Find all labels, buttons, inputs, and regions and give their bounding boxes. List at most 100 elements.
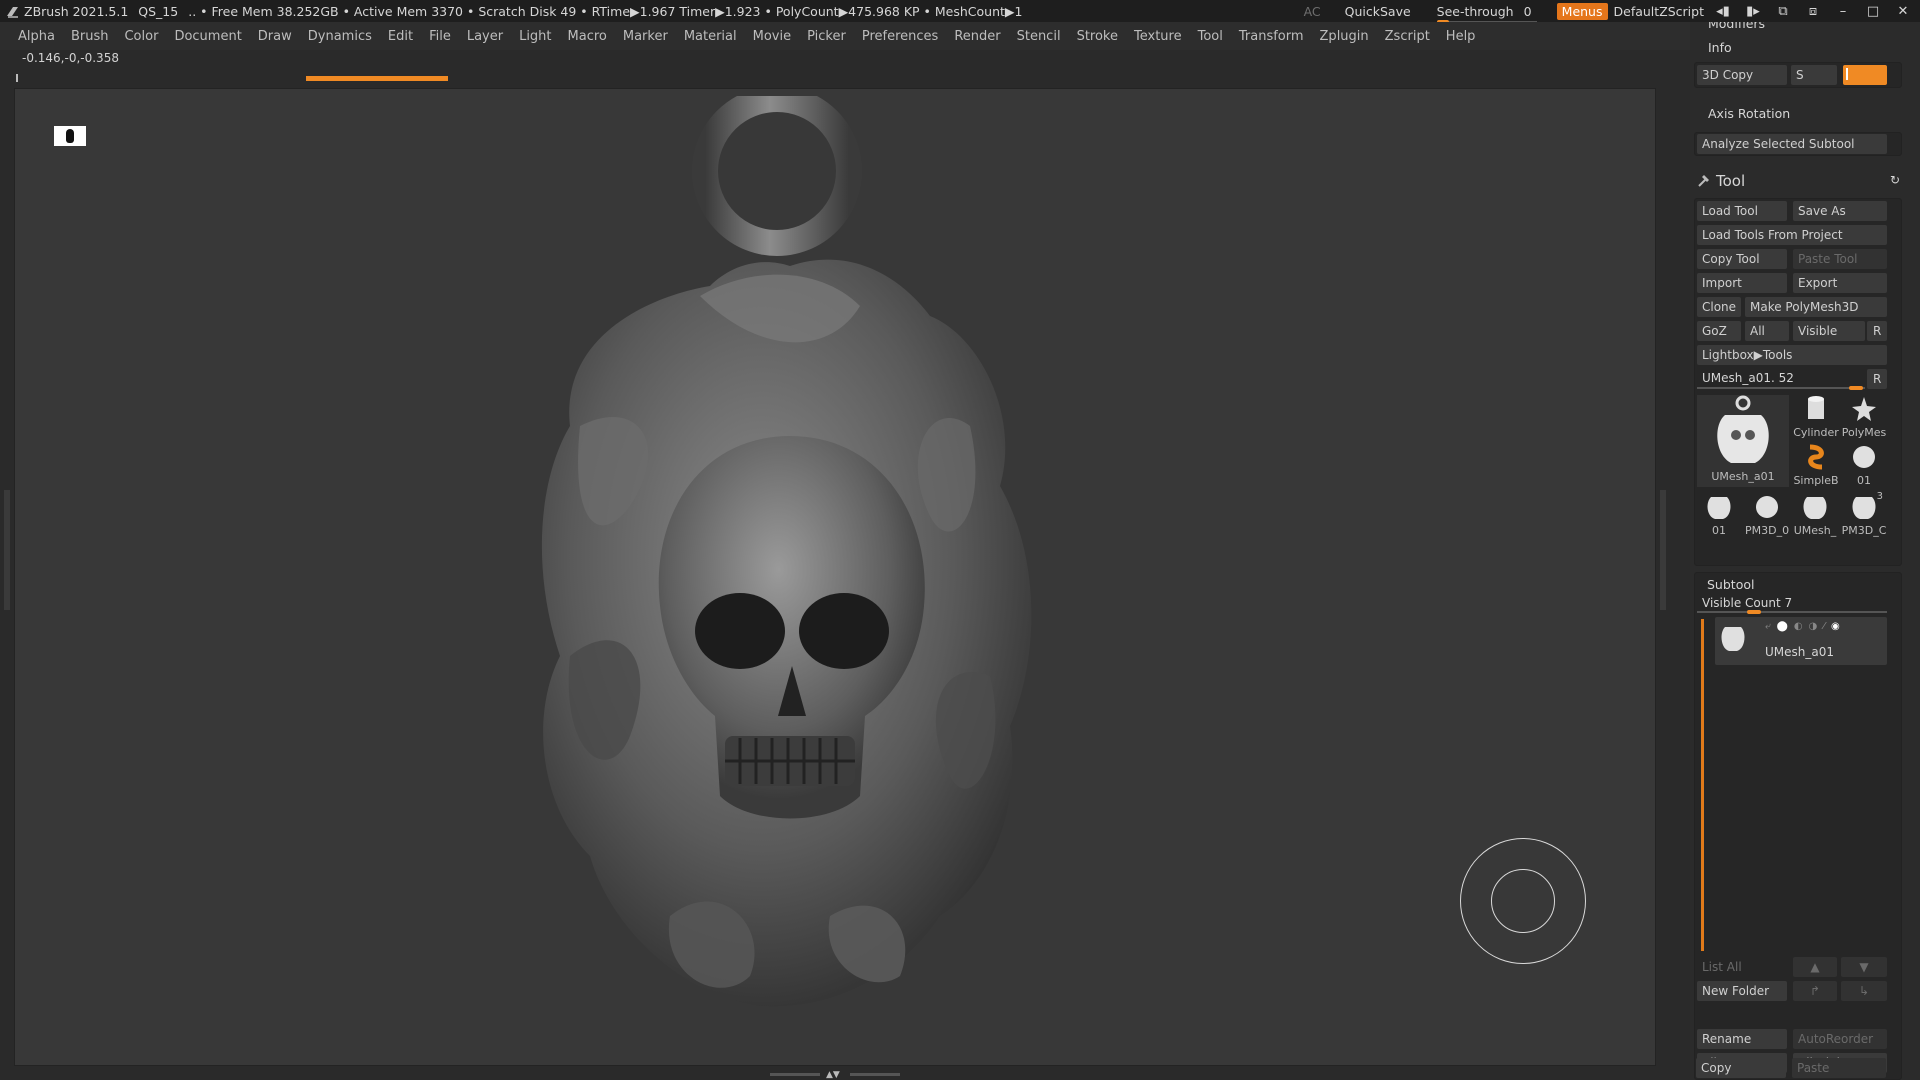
- info-label[interactable]: Info: [1708, 40, 1732, 55]
- make-polymesh3d-button[interactable]: Make PolyMesh3D: [1745, 297, 1887, 317]
- subtool-title[interactable]: Subtool: [1707, 577, 1754, 592]
- menu-edit[interactable]: Edit: [388, 29, 413, 44]
- load-tools-from-project-button[interactable]: Load Tools From Project: [1697, 225, 1887, 245]
- rotate-gizmo[interactable]: [1460, 838, 1586, 964]
- eye-visibility-icon[interactable]: ◉: [1831, 621, 1840, 632]
- menus-toggle-button[interactable]: Menus: [1556, 2, 1608, 20]
- tool-thumb-umesh-main[interactable]: UMesh_a01: [1697, 395, 1789, 487]
- brush-toggle-icon[interactable]: ⤶: [1765, 621, 1771, 632]
- copy3d-input[interactable]: [1843, 65, 1887, 85]
- visible-count-slider[interactable]: Visible Count 7: [1697, 595, 1887, 614]
- tool-r-button[interactable]: R: [1867, 369, 1887, 389]
- paste-tool-button[interactable]: Paste Tool: [1793, 249, 1887, 269]
- tool-thumb-simplebrush[interactable]: SimpleB: [1793, 443, 1839, 489]
- menu-file[interactable]: File: [429, 29, 451, 44]
- tool-palette-title[interactable]: Tool: [1716, 172, 1745, 190]
- subtool-item[interactable]: ⤶ ⬤ ◐ ◑ ⁄ ◉ UMesh_a01: [1715, 617, 1887, 665]
- left-tray-handle[interactable]: [4, 490, 10, 610]
- menu-help[interactable]: Help: [1446, 29, 1476, 44]
- right-tray-handle[interactable]: [1660, 490, 1666, 610]
- axis-rotation-label[interactable]: Axis Rotation: [1708, 106, 1790, 121]
- menu-marker[interactable]: Marker: [623, 29, 668, 44]
- reset-icon[interactable]: ↻: [1890, 173, 1900, 187]
- import-button[interactable]: Import: [1697, 273, 1787, 293]
- tool-thumb-b2[interactable]: PM3D_0: [1745, 491, 1789, 539]
- menu-layer[interactable]: Layer: [467, 29, 503, 44]
- goz-button[interactable]: GoZ: [1697, 321, 1741, 341]
- rename-button[interactable]: Rename: [1697, 1029, 1787, 1049]
- goz-visible-button[interactable]: Visible: [1793, 321, 1865, 341]
- menu-macro[interactable]: Macro: [568, 29, 607, 44]
- menu-document[interactable]: Document: [174, 29, 241, 44]
- tool-thumb-b3[interactable]: UMesh_: [1793, 491, 1837, 539]
- menu-render[interactable]: Render: [954, 29, 1000, 44]
- ac-label[interactable]: AC: [1304, 4, 1321, 19]
- menu-alpha[interactable]: Alpha: [18, 29, 55, 44]
- window-layout-icon[interactable]: ⧉: [1772, 4, 1794, 19]
- layout-icon-a[interactable]: ◂▮: [1712, 4, 1734, 19]
- skull-pendant-model[interactable]: [500, 96, 1080, 1016]
- menu-texture[interactable]: Texture: [1134, 29, 1182, 44]
- menu-tool[interactable]: Tool: [1198, 29, 1223, 44]
- clone-button[interactable]: Clone: [1697, 297, 1741, 317]
- 3d-copy-button[interactable]: 3D Copy: [1697, 65, 1787, 85]
- tool-thumb-cylinder[interactable]: Cylinder: [1793, 395, 1839, 441]
- quicksave-button[interactable]: QuickSave: [1345, 4, 1411, 19]
- export-button[interactable]: Export: [1793, 273, 1887, 293]
- maximize-button[interactable]: □: [1862, 4, 1884, 19]
- tool-thumb-polymesh[interactable]: PolyMes: [1841, 395, 1887, 441]
- move-up-arrow-icon[interactable]: ▲: [1793, 957, 1837, 977]
- visible-count-knob[interactable]: [1747, 610, 1761, 614]
- current-tool-knob[interactable]: [1849, 386, 1863, 390]
- menu-material[interactable]: Material: [684, 29, 737, 44]
- solo-toggle-icon[interactable]: ◑: [1809, 621, 1818, 632]
- tool-thumb-b4[interactable]: 3 PM3D_C: [1841, 491, 1887, 539]
- folder-down-icon[interactable]: ↳: [1841, 981, 1887, 1001]
- menu-preferences[interactable]: Preferences: [862, 29, 938, 44]
- lightbox-tools-button[interactable]: Lightbox▶Tools: [1697, 345, 1887, 365]
- close-button[interactable]: ✕: [1892, 4, 1914, 19]
- menu-stroke[interactable]: Stroke: [1077, 29, 1118, 44]
- s-button[interactable]: S: [1791, 65, 1837, 85]
- goz-r-button[interactable]: R: [1867, 321, 1887, 341]
- subtool-scrollbar[interactable]: [1701, 619, 1704, 951]
- new-folder-button[interactable]: New Folder: [1697, 981, 1787, 1001]
- polypaint-toggle-icon[interactable]: ⬤: [1777, 621, 1788, 632]
- layout-icon-b[interactable]: ▮▸: [1742, 4, 1764, 19]
- bottom-tray-handle[interactable]: ▲▼: [770, 1070, 900, 1080]
- tool-thumb-01[interactable]: 01: [1841, 443, 1887, 489]
- menu-zscript[interactable]: Zscript: [1385, 29, 1430, 44]
- lock-toggle-icon[interactable]: ⁄: [1823, 621, 1825, 632]
- tool-thumb-b1[interactable]: 01: [1697, 491, 1741, 539]
- menu-color[interactable]: Color: [124, 29, 158, 44]
- menu-transform[interactable]: Transform: [1239, 29, 1304, 44]
- camera-view-icon[interactable]: [54, 126, 86, 146]
- current-tool-slider[interactable]: UMesh_a01. 52: [1697, 369, 1865, 390]
- copy-subtool-button[interactable]: Copy: [1696, 1058, 1786, 1078]
- menu-brush[interactable]: Brush: [71, 29, 109, 44]
- modifiers-label[interactable]: Modifiers: [1708, 22, 1765, 31]
- menu-dynamics[interactable]: Dynamics: [308, 29, 372, 44]
- menu-zplugin[interactable]: Zplugin: [1320, 29, 1369, 44]
- window-restore-icon[interactable]: ⧈: [1802, 4, 1824, 19]
- material-toggle-icon[interactable]: ◐: [1794, 621, 1803, 632]
- list-all-button[interactable]: List All: [1697, 957, 1787, 977]
- paste-subtool-button[interactable]: Paste: [1792, 1058, 1886, 1078]
- copy-tool-button[interactable]: Copy Tool: [1697, 249, 1787, 269]
- menu-movie[interactable]: Movie: [753, 29, 791, 44]
- see-through-slider[interactable]: See-through 0: [1436, 3, 1537, 24]
- save-as-button[interactable]: Save As: [1793, 201, 1887, 221]
- folder-up-icon[interactable]: ↱: [1793, 981, 1837, 1001]
- menu-draw[interactable]: Draw: [258, 29, 292, 44]
- load-tool-button[interactable]: Load Tool: [1697, 201, 1787, 221]
- see-through-value: 0: [1523, 3, 1532, 19]
- minimize-button[interactable]: –: [1832, 4, 1854, 19]
- goz-all-button[interactable]: All: [1745, 321, 1789, 341]
- autoreorder-button[interactable]: AutoReorder: [1793, 1029, 1887, 1049]
- menu-light[interactable]: Light: [519, 29, 551, 44]
- move-down-arrow-icon[interactable]: ▼: [1841, 957, 1887, 977]
- menu-stencil[interactable]: Stencil: [1017, 29, 1061, 44]
- menu-picker[interactable]: Picker: [807, 29, 846, 44]
- default-zscript-button[interactable]: DefaultZScript: [1614, 4, 1705, 19]
- analyze-subtool-button[interactable]: Analyze Selected Subtool: [1697, 134, 1887, 154]
